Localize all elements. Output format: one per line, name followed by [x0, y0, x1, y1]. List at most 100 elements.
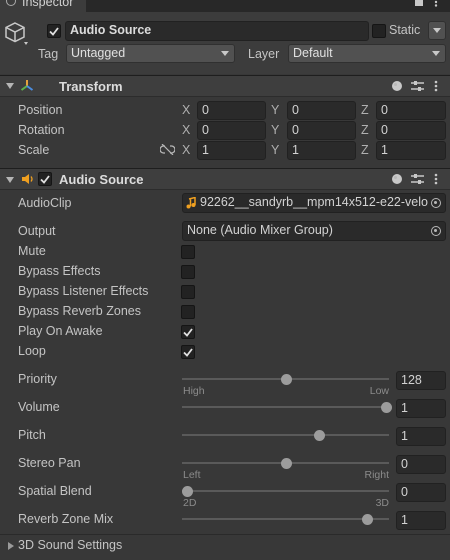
- output-picker-icon[interactable]: [431, 226, 441, 236]
- scale-x-label[interactable]: X: [182, 143, 190, 157]
- rotation-y-field[interactable]: 0: [287, 121, 356, 140]
- audio-presets-icon[interactable]: [411, 173, 424, 185]
- play-on-awake-checkbox[interactable]: [181, 325, 195, 339]
- transform-fold-icon[interactable]: [6, 83, 14, 89]
- lock-icon[interactable]: [414, 0, 424, 6]
- scale-x-field[interactable]: 1: [197, 141, 266, 160]
- bypass-reverb-zones-checkbox[interactable]: [181, 305, 195, 319]
- audioclip-value: 92262__sandyrb__mpm14x512-e22-velo: [200, 195, 428, 209]
- rotation-y-label[interactable]: Y: [271, 123, 279, 137]
- speaker-icon: [22, 174, 33, 184]
- priority-slider-thumb[interactable]: [281, 373, 292, 385]
- reverb-mix-slider-thumb[interactable]: [362, 513, 374, 525]
- rotation-x-field[interactable]: 0: [197, 121, 266, 140]
- stereo-pan-slider-thumb[interactable]: [281, 457, 292, 469]
- audio-help-icon[interactable]: [392, 174, 402, 184]
- scale-z-label[interactable]: Z: [361, 143, 369, 157]
- rotation-z-field[interactable]: 0: [376, 121, 446, 140]
- position-z-label[interactable]: Z: [361, 103, 369, 117]
- layer-label: Layer: [248, 47, 280, 61]
- tab-inspector-label: Inspector: [22, 0, 74, 9]
- volume-slider-track[interactable]: [182, 406, 389, 408]
- output-value: None (Audio Mixer Group): [187, 223, 333, 237]
- constrain-proportions-icon[interactable]: [160, 144, 175, 155]
- static-label: Static: [389, 23, 421, 37]
- layer-value: Default: [293, 46, 333, 60]
- spatial-blend-slider-track[interactable]: [182, 490, 389, 492]
- loop-checkbox[interactable]: [181, 345, 195, 359]
- loop-label: Loop: [18, 344, 46, 358]
- spatial-blend-max-label: 3D: [375, 497, 389, 509]
- reverb-mix-slider-track[interactable]: [182, 518, 389, 520]
- stereo-pan-label: Stereo Pan: [18, 456, 81, 470]
- pitch-value-field[interactable]: 1: [396, 427, 446, 446]
- more-menu-icon[interactable]: [434, 0, 438, 7]
- checkmark-icon: [183, 327, 193, 337]
- scale-z-field[interactable]: 1: [376, 141, 446, 160]
- gameobject-active-checkbox[interactable]: [47, 24, 61, 38]
- mute-checkbox[interactable]: [181, 245, 195, 259]
- volume-slider-thumb[interactable]: [380, 401, 392, 413]
- bypass-reverb-zones-label: Bypass Reverb Zones: [18, 304, 141, 318]
- section-divider: [0, 534, 450, 535]
- audio-source-title: Audio Source: [59, 172, 144, 187]
- transform-title: Transform: [59, 79, 123, 94]
- audio-menu-icon[interactable]: [434, 173, 438, 185]
- rotation-z-label[interactable]: Z: [361, 123, 369, 137]
- audio-source-enabled-checkbox[interactable]: [38, 172, 52, 186]
- spatial-blend-min-label: 2D: [183, 497, 197, 509]
- priority-label: Priority: [18, 372, 57, 386]
- sound-settings-fold-icon[interactable]: [8, 542, 14, 550]
- play-on-awake-label: Play On Awake: [18, 324, 103, 338]
- bypass-listener-effects-label: Bypass Listener Effects: [18, 284, 149, 298]
- position-label: Position: [18, 103, 63, 117]
- audioclip-label: AudioClip: [18, 196, 72, 210]
- spatial-blend-slider-thumb[interactable]: [181, 485, 193, 497]
- bypass-listener-effects-checkbox[interactable]: [181, 285, 195, 299]
- rotation-label: Rotation: [18, 123, 65, 137]
- transform-menu-icon[interactable]: [434, 80, 438, 92]
- pitch-label: Pitch: [18, 428, 46, 442]
- tag-value: Untagged: [71, 46, 126, 60]
- position-x-label[interactable]: X: [182, 103, 190, 117]
- tag-label: Tag: [38, 47, 59, 61]
- bypass-effects-checkbox[interactable]: [181, 265, 195, 279]
- tag-dropdown[interactable]: Untagged: [66, 44, 235, 63]
- position-y-field[interactable]: 0: [287, 101, 356, 120]
- transform-icon: [20, 80, 34, 91]
- gameobject-name-field[interactable]: Audio Source: [65, 21, 369, 41]
- pitch-slider-thumb[interactable]: [314, 429, 326, 441]
- presets-icon[interactable]: [411, 80, 424, 92]
- audio-source-fold-icon[interactable]: [6, 177, 14, 183]
- position-x-field[interactable]: 0: [197, 101, 266, 120]
- sound-settings-label[interactable]: 3D Sound Settings: [18, 538, 122, 552]
- priority-min-label: High: [183, 385, 205, 397]
- gameobject-cube-icon[interactable]: [5, 21, 29, 47]
- audio-clip-icon: [186, 197, 196, 209]
- static-checkbox[interactable]: [372, 24, 386, 38]
- position-z-field[interactable]: 0: [376, 101, 446, 120]
- scale-label: Scale: [18, 143, 50, 157]
- audioclip-picker-icon[interactable]: [431, 198, 441, 208]
- scale-y-label[interactable]: Y: [271, 143, 279, 157]
- mute-label: Mute: [18, 244, 46, 258]
- spatial-blend-value-field[interactable]: 0: [396, 483, 446, 502]
- audioclip-field[interactable]: 92262__sandyrb__mpm14x512-e22-velo: [182, 193, 446, 213]
- rotation-x-label[interactable]: X: [182, 123, 190, 137]
- scale-y-field[interactable]: 1: [287, 141, 356, 160]
- output-field[interactable]: None (Audio Mixer Group): [182, 221, 446, 241]
- stereo-pan-value-field[interactable]: 0: [396, 455, 446, 474]
- priority-value-field[interactable]: 128: [396, 371, 446, 390]
- static-dropdown[interactable]: [428, 21, 446, 40]
- pitch-slider-track[interactable]: [182, 434, 389, 436]
- volume-value-field[interactable]: 1: [396, 399, 446, 418]
- volume-label: Volume: [18, 400, 60, 414]
- spatial-blend-label: Spatial Blend: [18, 484, 92, 498]
- checkmark-icon: [183, 347, 193, 357]
- reverb-mix-value-field[interactable]: 1: [396, 511, 446, 530]
- help-icon[interactable]: [392, 81, 402, 91]
- stereo-pan-max-label: Right: [364, 469, 389, 481]
- position-y-label[interactable]: Y: [271, 103, 279, 117]
- layer-dropdown[interactable]: Default: [288, 44, 446, 63]
- output-label: Output: [18, 224, 56, 238]
